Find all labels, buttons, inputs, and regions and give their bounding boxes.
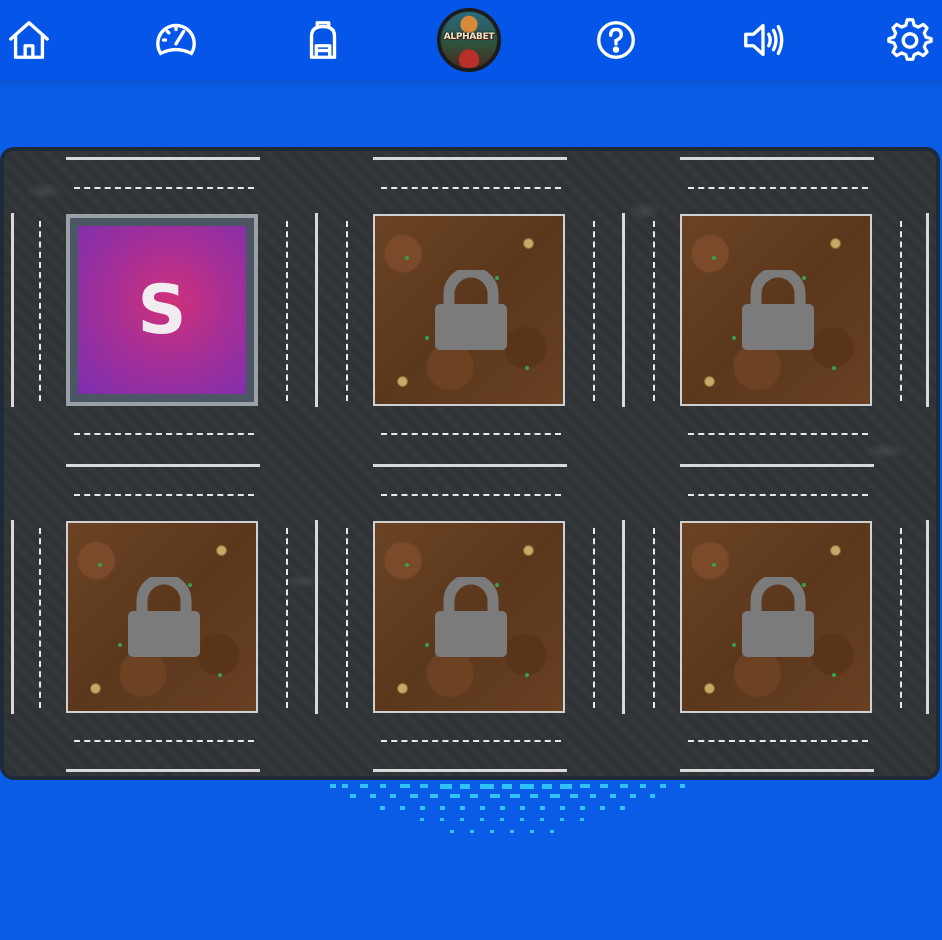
lane-marking <box>381 187 561 189</box>
help-button[interactable] <box>590 14 642 66</box>
curb-line <box>926 520 929 714</box>
sprout <box>525 366 529 370</box>
lane-marking <box>74 494 254 496</box>
lane-marking <box>653 221 655 401</box>
backpack-button[interactable] <box>297 14 349 66</box>
lock-icon <box>128 577 200 657</box>
pebble <box>830 545 841 556</box>
sprout <box>732 336 736 340</box>
level-board: S <box>0 147 940 780</box>
pebble <box>523 238 534 249</box>
lane-marking <box>39 528 41 708</box>
sprout <box>425 643 429 647</box>
letter-face: S <box>78 226 246 394</box>
level-tile-s[interactable]: S <box>66 214 258 406</box>
sprout <box>405 256 409 260</box>
sprout <box>712 563 716 567</box>
lane-marking <box>381 740 561 742</box>
home-icon <box>9 21 49 59</box>
lock-icon <box>742 577 814 657</box>
pebble <box>216 545 227 556</box>
level-letter: S <box>137 270 187 350</box>
curb-line <box>66 157 260 160</box>
lock-icon <box>435 270 507 350</box>
pixel-glow-decoration <box>330 784 685 833</box>
curb-line <box>11 213 14 407</box>
curb-line <box>373 464 567 467</box>
pebble <box>704 376 715 387</box>
curb-line <box>66 464 260 467</box>
settings-button[interactable] <box>884 14 936 66</box>
locked-level-tile[interactable] <box>66 521 258 713</box>
curb-line <box>680 464 874 467</box>
curb-line <box>680 157 874 160</box>
locked-level-tile[interactable] <box>680 214 872 406</box>
curb-line <box>373 157 567 160</box>
top-bar: ALPHABET <box>0 0 942 80</box>
lane-marking <box>74 433 254 435</box>
pebble <box>704 683 715 694</box>
lane-marking <box>900 528 902 708</box>
pebble <box>90 683 101 694</box>
sound-button[interactable] <box>737 14 789 66</box>
alphabet-logo[interactable]: ALPHABET <box>437 8 501 72</box>
pebble <box>397 683 408 694</box>
speaker-icon <box>744 23 784 57</box>
curb-line <box>373 769 567 772</box>
lane-marking <box>381 433 561 435</box>
sprout <box>218 673 222 677</box>
lane-marking <box>688 433 868 435</box>
sprout <box>832 366 836 370</box>
lane-marking <box>74 187 254 189</box>
locked-level-tile[interactable] <box>373 521 565 713</box>
home-button[interactable] <box>3 14 55 66</box>
sprout <box>525 673 529 677</box>
curb-line <box>680 769 874 772</box>
lane-marking <box>688 494 868 496</box>
curb-line <box>315 520 318 714</box>
gear-icon <box>887 18 933 61</box>
lane-marking <box>688 187 868 189</box>
curb-line <box>66 769 260 772</box>
pebble <box>523 545 534 556</box>
curb-line <box>622 213 625 407</box>
sprout <box>118 643 122 647</box>
pebble <box>397 376 408 387</box>
sprout <box>98 563 102 567</box>
help-icon <box>597 21 635 59</box>
pebble <box>830 238 841 249</box>
logo-badge: ALPHABET <box>441 12 497 68</box>
lane-marking <box>653 528 655 708</box>
curb-line <box>622 520 625 714</box>
lane-marking <box>688 740 868 742</box>
backpack-icon <box>309 21 337 59</box>
lock-icon <box>435 577 507 657</box>
sprout <box>425 336 429 340</box>
lane-marking <box>593 528 595 708</box>
lane-marking <box>74 740 254 742</box>
curb-line <box>11 520 14 714</box>
lane-marking <box>286 221 288 401</box>
lane-marking <box>346 528 348 708</box>
lock-icon <box>742 270 814 350</box>
lane-marking <box>593 221 595 401</box>
locked-level-tile[interactable] <box>680 521 872 713</box>
lane-marking <box>900 221 902 401</box>
progress-button[interactable] <box>150 14 202 66</box>
curb-line <box>315 213 318 407</box>
locked-level-tile[interactable] <box>373 214 565 406</box>
speedometer-icon <box>156 23 196 56</box>
sprout <box>405 563 409 567</box>
lane-marking <box>286 528 288 708</box>
sprout <box>732 643 736 647</box>
lane-marking <box>39 221 41 401</box>
logo-text: ALPHABET <box>443 32 495 42</box>
curb-line <box>926 213 929 407</box>
lane-marking <box>381 494 561 496</box>
sprout <box>712 256 716 260</box>
lane-marking <box>346 221 348 401</box>
sprout <box>832 673 836 677</box>
